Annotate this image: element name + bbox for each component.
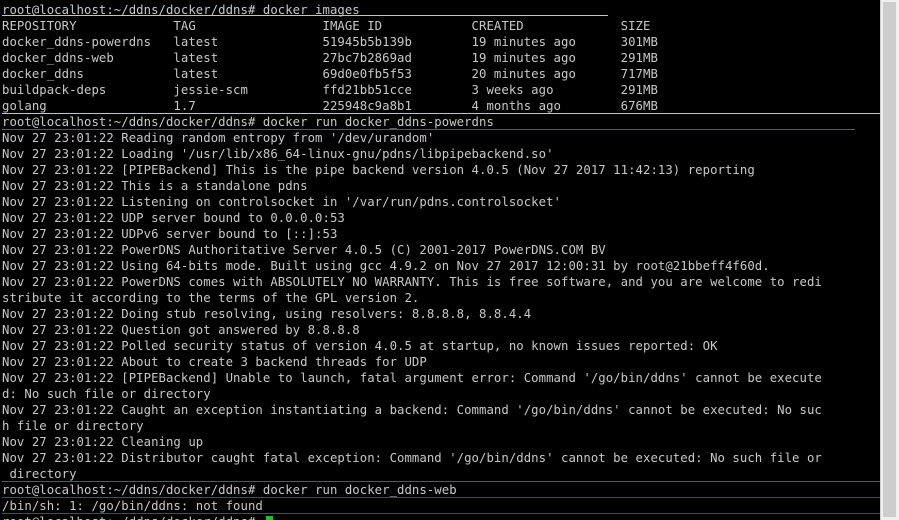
terminal-line: Nov 27 23:01:22 About to create 3 backen… <box>2 355 427 369</box>
vertical-scrollbar[interactable] <box>880 0 899 520</box>
scrollbar-thumb[interactable] <box>883 2 896 517</box>
terminal-line: Nov 27 23:01:22 Cleaning up <box>2 435 204 449</box>
terminal-line: Nov 27 23:01:22 [PIPEBackend] Unable to … <box>2 371 822 385</box>
terminal-output[interactable]: root@localhost:~/ddns/docker/ddns# docke… <box>2 2 880 520</box>
terminal-line: REPOSITORY TAG IMAGE ID CREATED SIZE <box>2 19 651 33</box>
terminal-line: root@localhost:~/ddns/docker/ddns# <box>2 514 880 520</box>
terminal-line: stribute it according to the terms of th… <box>2 291 420 305</box>
terminal-line: Nov 27 23:01:22 Reading random entropy f… <box>2 131 435 145</box>
terminal-line: root@localhost:~/ddns/docker/ddns# docke… <box>2 483 457 497</box>
terminal-line: Nov 27 23:01:22 Using 64-bits mode. Buil… <box>2 259 770 273</box>
terminal-line: Nov 27 23:01:22 UDP server bound to 0.0.… <box>2 211 345 225</box>
highlight-underline-images <box>2 15 608 16</box>
terminal-line: Nov 27 23:01:22 Question got answered by… <box>2 323 360 337</box>
terminal-line: buildpack-deps jessie-scm ffd21bb51cce 3… <box>2 83 658 97</box>
terminal-line: directory <box>2 467 77 481</box>
highlight-underline-table <box>2 113 880 114</box>
terminal-line: Nov 27 23:01:22 PowerDNS comes with ABSO… <box>2 275 822 289</box>
terminal-line: d: No such file or directory <box>2 387 211 401</box>
terminal-line: Nov 27 23:01:22 PowerDNS Authoritative S… <box>2 243 606 257</box>
terminal-line: golang 1.7 225948c9a8b1 4 months ago 676… <box>2 99 658 113</box>
terminal-line: /bin/sh: 1: /go/bin/ddns: not found <box>2 499 263 513</box>
terminal-line: docker_ddns-web latest 27bc7b2869ad 19 m… <box>2 51 658 65</box>
terminal-line: Nov 27 23:01:22 Listening on controlsock… <box>2 195 562 209</box>
terminal-line: h file or directory <box>2 419 144 433</box>
terminal-line: Nov 27 23:01:22 Caught an exception inst… <box>2 403 822 417</box>
terminal-line: Nov 27 23:01:22 [PIPEBackend] This is th… <box>2 163 755 177</box>
highlight-underline-run-web <box>2 497 880 498</box>
terminal-line: Nov 27 23:01:22 Polled security status o… <box>2 339 718 353</box>
terminal-line: docker_ddns latest 69d0e0fb5f53 20 minut… <box>2 67 658 81</box>
highlight-underline-run-powerdns <box>2 129 855 130</box>
terminal-line: Nov 27 23:01:22 UDPv6 server bound to [:… <box>2 227 338 241</box>
terminal-line: Nov 27 23:01:22 Loading '/usr/lib/x86_64… <box>2 147 554 161</box>
terminal-line: Nov 27 23:01:22 Distributor caught fatal… <box>2 451 822 465</box>
cursor-block <box>265 516 273 520</box>
terminal-line: docker_ddns-powerdns latest 51945b5b139b… <box>2 35 658 49</box>
terminal-line: root@localhost:~/ddns/docker/ddns# docke… <box>2 115 494 129</box>
terminal-line: Nov 27 23:01:22 Doing stub resolving, us… <box>2 307 532 321</box>
highlight-underline-error <box>2 481 880 482</box>
terminal-line: Nov 27 23:01:22 This is a standalone pdn… <box>2 179 308 193</box>
highlight-underline-notfound <box>2 513 880 514</box>
